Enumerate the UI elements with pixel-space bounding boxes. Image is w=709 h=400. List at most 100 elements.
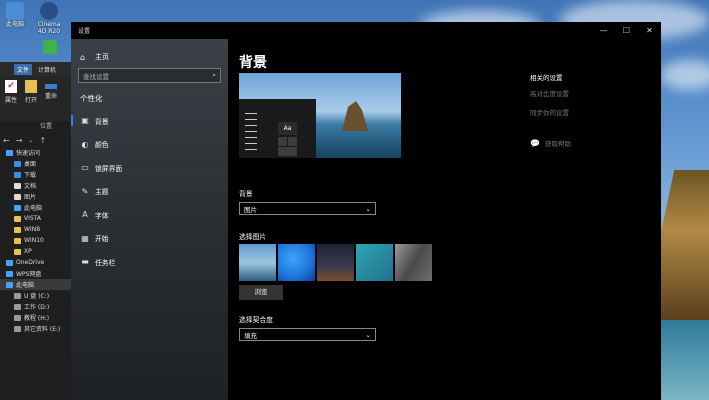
tree-item[interactable]: VISTA	[0, 213, 72, 224]
tree-item[interactable]: 其它资料 (E:)	[0, 323, 72, 334]
file-explorer-window: 文件 计算机 ✔ 属性 打开 重命 位置 ← → ⌄ ↑ 快速访问桌面下载 文档图…	[0, 62, 73, 400]
search-placeholder: 查找设置	[83, 72, 109, 81]
nav-item-2[interactable]: ▭ 锁屏界面	[71, 156, 228, 180]
tree-item[interactable]: XP	[0, 246, 72, 257]
star-icon	[6, 149, 13, 156]
palette-icon: ◐	[81, 139, 89, 149]
background-value: 图片	[244, 205, 257, 214]
drive-icon	[14, 303, 21, 310]
tree-item[interactable]: 桌面	[0, 158, 72, 169]
chat-icon: 💬	[530, 138, 540, 148]
rename-button[interactable]: 重命	[42, 79, 60, 118]
background-dropdown[interactable]: 图片 ⌄	[239, 202, 376, 215]
button-label: 重命	[44, 93, 57, 100]
tree-item[interactable]: 文档	[0, 180, 72, 191]
cinema4d-icon	[40, 2, 58, 20]
nav-item-label: 主题	[95, 188, 109, 197]
window-title: 设置	[78, 28, 91, 35]
forward-arrow-icon[interactable]: →	[16, 136, 23, 145]
chevron-down-icon[interactable]: ⌄	[28, 137, 33, 144]
nav-home[interactable]: ⌂ 主页	[71, 49, 228, 65]
properties-button[interactable]: ✔ 属性	[2, 79, 20, 118]
nav-item-0[interactable]: ▣ 背景	[71, 109, 228, 133]
fit-label: 选择契合度	[239, 316, 273, 324]
minimize-icon[interactable]: —	[592, 26, 615, 35]
tree-item-label: WIN8	[24, 226, 41, 233]
download-icon	[14, 171, 21, 178]
nav-item-4[interactable]: A 字体	[71, 203, 228, 227]
button-label: 打开	[24, 97, 37, 104]
picture-icon	[14, 193, 21, 200]
picture-thumbnail[interactable]	[239, 244, 276, 281]
open-button[interactable]: 打开	[22, 79, 40, 118]
get-help-link[interactable]: 💬 获取帮助	[530, 138, 571, 149]
fit-value: 填充	[244, 331, 257, 340]
cloud	[660, 60, 709, 90]
check-icon: ✔	[5, 80, 17, 93]
nav-item-6[interactable]: ▬ 任务栏	[71, 250, 228, 274]
back-arrow-icon[interactable]: ←	[3, 136, 10, 145]
nav-item-3[interactable]: ✎ 主题	[71, 180, 228, 204]
desktop-icon-cinema4d[interactable]: Cinema 4D R20	[34, 2, 64, 35]
tab-computer[interactable]: 计算机	[35, 64, 59, 75]
nav-item-1[interactable]: ◐ 颜色	[71, 133, 228, 157]
fit-dropdown[interactable]: 填充 ⌄	[239, 328, 376, 341]
tree-item[interactable]: 下载	[0, 169, 72, 180]
settings-window: ⌂ 主页 查找设置 ⌕ 个性化 ▣ 背景 ◐ 颜色 ▭ 锁屏界面 ✎ 主题 A 字体 ▦ 开始 ▬ 任务栏…	[71, 22, 661, 400]
background-preview: Aa	[239, 73, 401, 158]
tree-item-label: 图片	[24, 194, 37, 201]
page-title: 背景	[239, 55, 267, 71]
tree-item[interactable]: 工作 (D:)	[0, 301, 72, 312]
tab-file[interactable]: 文件	[14, 63, 33, 75]
pc-icon	[14, 204, 21, 211]
choose-picture-label: 选择图片	[239, 233, 267, 241]
cloud-icon	[6, 270, 13, 277]
picture-icon: ▣	[81, 116, 89, 126]
picture-thumbnail[interactable]	[317, 244, 354, 281]
folder-icon	[14, 237, 21, 244]
picture-thumbnail[interactable]	[278, 244, 315, 281]
tree-item-label: VISTA	[24, 215, 41, 222]
maximize-icon[interactable]: ☐	[615, 26, 638, 35]
desktop-icon-label: Cinema 4D R20	[37, 21, 61, 35]
tree-item[interactable]: OneDrive	[0, 257, 72, 268]
preview-text-sample: Aa	[278, 122, 297, 135]
pc-icon	[6, 281, 13, 288]
taskbar-icon: ▬	[81, 257, 89, 267]
desktop-icon-this-pc[interactable]: 此电脑	[0, 2, 30, 28]
desktop-icon-app[interactable]	[38, 40, 62, 55]
start-icon: ▦	[81, 233, 89, 243]
picture-thumbnail[interactable]	[356, 244, 393, 281]
ribbon-group-label: 位置	[40, 123, 53, 130]
desktop-icon	[14, 160, 21, 167]
background-label: 背景	[239, 190, 253, 198]
preview-rock	[342, 101, 368, 131]
up-arrow-icon[interactable]: ↑	[39, 136, 46, 145]
nav-list: ▣ 背景 ◐ 颜色 ▭ 锁屏界面 ✎ 主题 A 字体 ▦ 开始 ▬ 任务栏	[71, 109, 228, 274]
desktop-icon-label: 此电脑	[5, 21, 24, 28]
tree-item-label: 快速访问	[16, 150, 41, 157]
tree-item[interactable]: WIN10	[0, 235, 72, 246]
font-icon: A	[82, 210, 88, 220]
tree-item[interactable]: 教程 (H:)	[0, 312, 72, 323]
tree-item[interactable]: 图片	[0, 191, 72, 202]
tree-item-label: 下载	[24, 172, 37, 179]
tree-item[interactable]: 此电脑	[0, 202, 72, 213]
close-icon[interactable]: ✕	[638, 26, 661, 35]
tree-item[interactable]: 快速访问	[0, 147, 72, 158]
search-input[interactable]: 查找设置 ⌕	[78, 68, 221, 83]
picture-thumbnails	[239, 244, 432, 281]
high-contrast-link[interactable]: 高对比度设置	[530, 88, 569, 98]
tree-item-label: 桌面	[24, 161, 37, 168]
browse-button[interactable]: 浏览	[239, 285, 283, 300]
picture-thumbnail[interactable]	[395, 244, 432, 281]
app-icon	[43, 40, 57, 54]
nav-section-title: 个性化	[80, 94, 103, 103]
tree-item[interactable]: WPS网盘	[0, 268, 72, 279]
drive-icon	[14, 325, 21, 332]
tree-item[interactable]: U 盘 (C:)	[0, 290, 72, 301]
tree-item[interactable]: 此电脑	[0, 279, 72, 290]
nav-item-5[interactable]: ▦ 开始	[71, 227, 228, 251]
sync-settings-link[interactable]: 同步你的设置	[530, 107, 569, 117]
tree-item[interactable]: WIN8	[0, 224, 72, 235]
